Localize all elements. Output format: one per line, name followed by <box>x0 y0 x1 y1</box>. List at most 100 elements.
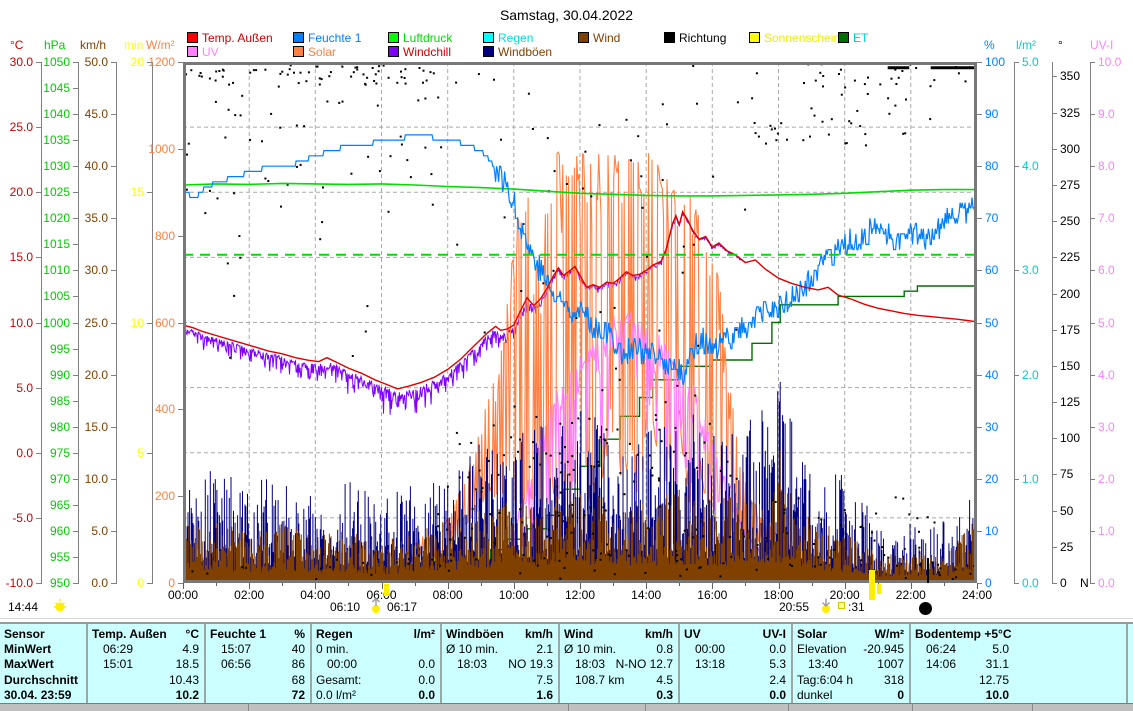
axis-tick-label: 30 <box>985 421 998 433</box>
sunset-start-label: 20:55 <box>779 600 809 614</box>
legend-label: Richtung <box>679 31 726 45</box>
table-column-uv: UVUV-I00:000.013:185.32.40.0 <box>680 624 793 703</box>
time-tick <box>745 583 746 586</box>
axis-tick <box>1014 166 1019 167</box>
table-cell-row: 2.4 <box>684 672 786 687</box>
table-column-temp-au-en: Temp. Außen°C06:294.915:0118.510.4310.2 <box>88 624 206 703</box>
moonset-icon <box>838 602 845 609</box>
table-cell-row: Ø 10 min.0.8 <box>564 641 673 656</box>
axis-tick-label: 1.0 <box>1022 473 1039 485</box>
axis-tick <box>111 375 116 376</box>
time-tick <box>547 583 548 586</box>
axis-tick-label: 125 <box>1060 396 1080 408</box>
axis-tick <box>73 349 78 350</box>
axis-tick-label: 7.0 <box>1098 212 1115 224</box>
status-bar <box>0 703 1133 711</box>
legend-swatch-icon <box>388 32 399 43</box>
axis-tick <box>1014 375 1019 376</box>
axis-tick-label: 25 <box>1060 541 1073 553</box>
statusbar-separator <box>912 703 913 711</box>
table-column-header: Windkm/h <box>564 626 673 641</box>
table-cell-row: 10.0 <box>915 688 1121 703</box>
chart-plot-area <box>183 62 977 583</box>
axis-tick <box>977 479 982 480</box>
axis-tick-label: 9.0 <box>1098 108 1115 120</box>
legend-swatch-icon <box>483 32 494 43</box>
time-tick <box>216 583 217 586</box>
axis-unit-l: l/m² <box>1016 38 1036 52</box>
table-column-bodentemp-5: Bodentemp +5°C06:245.014:0631.112.7510.0 <box>911 624 1128 703</box>
legend-item-solar: Solar <box>293 45 336 58</box>
legend-swatch-icon <box>187 46 198 57</box>
axis-tick <box>1052 113 1057 114</box>
table-cell-row: dunkel0 <box>797 688 904 703</box>
table-column-header: Feuchte 1% <box>210 626 305 641</box>
axis-tick-label: 975 <box>26 447 70 459</box>
time-label: 08:00 <box>433 588 463 602</box>
legend-swatch-icon <box>838 32 849 43</box>
axis-tick-label: 35.0 <box>64 212 108 224</box>
sensor-table: SensorMinWertMaxWertDurchschnitt30.04. 2… <box>0 622 1133 703</box>
sunset-end-label: :31 <box>848 600 865 614</box>
axis-tick-label: 350 <box>1060 70 1080 82</box>
time-label: 16:00 <box>697 588 727 602</box>
time-tick <box>679 583 680 586</box>
axis-tick <box>1090 479 1095 480</box>
legend-item-wind: Wind <box>578 31 620 44</box>
axis-tick <box>1014 583 1019 584</box>
sun-marker <box>869 570 875 600</box>
axis-tick <box>36 127 41 128</box>
legend-swatch-icon <box>749 32 760 43</box>
axis-tick-label: 45.0 <box>64 108 108 120</box>
table-row-labels-column: SensorMinWertMaxWertDurchschnitt30.04. 2… <box>0 624 88 703</box>
axis-tick-label: 5.0 <box>1022 56 1039 68</box>
axis-tick-label: 40.0 <box>64 160 108 172</box>
time-tick <box>944 583 945 586</box>
table-column-feuchte-1: Feuchte 1%15:074006:56866872 <box>206 624 312 703</box>
axis-tick <box>1052 330 1057 331</box>
axis-tick-label: 100 <box>1060 432 1080 444</box>
axis-tick <box>111 218 116 219</box>
axis-tick-label: 3.0 <box>1098 421 1115 433</box>
axis-tick <box>1090 583 1095 584</box>
axis-tick-label: 175 <box>1060 324 1080 336</box>
table-cell-row: 0.0 <box>684 688 786 703</box>
axis-tick-label: 995 <box>26 343 70 355</box>
axis-tick <box>977 62 982 63</box>
axis-tick <box>1090 531 1095 532</box>
legend-item-temp-au-en: Temp. Außen <box>187 31 273 44</box>
axis-tick <box>73 557 78 558</box>
axis-tick <box>73 401 78 402</box>
statusbar-separator <box>1032 703 1033 711</box>
axis-tick-label: 10.0 <box>1098 56 1121 68</box>
axis-unit-hPa: hPa <box>44 38 65 52</box>
axis-tick-label: 1025 <box>26 186 70 198</box>
table-row-label: Durchschnitt <box>4 672 81 687</box>
axis-line-deg <box>1052 62 1053 584</box>
axis-tick-label: 30.0 <box>64 264 108 276</box>
axis-tick <box>73 244 78 245</box>
axis-tick <box>1052 257 1057 258</box>
axis-tick-label: -5.0 <box>0 512 33 524</box>
table-cell-row: 18:03N-NO 12.7 <box>564 657 673 672</box>
legend-item-sonnenschein: Sonnenschein <box>749 31 840 44</box>
legend-item-et: ET <box>838 31 868 44</box>
axis-tick-label: 75 <box>1060 468 1073 480</box>
table-column-header: Regenl/m² <box>316 626 435 641</box>
table-cell-row: 18:03NO 19.3 <box>446 657 553 672</box>
new-moon-icon <box>919 602 932 615</box>
table-row-label: 30.04. 23:59 <box>4 688 81 703</box>
sun-icon <box>52 598 68 614</box>
axis-tick <box>1090 323 1095 324</box>
legend-label: Solar <box>308 45 336 59</box>
legend-swatch-icon <box>293 32 304 43</box>
axis-unit-C: °C <box>10 38 23 52</box>
axis-tick <box>977 270 982 271</box>
sunset-icon <box>818 597 834 614</box>
weather-chart-window: Samstag, 30.04.2022 Temp. AußenFeuchte 1… <box>0 0 1133 711</box>
table-cell-row: 10.2 <box>92 688 199 703</box>
table-cell-row: 15:0118.5 <box>92 657 199 672</box>
sunrise-end-label: 06:17 <box>387 600 417 614</box>
axis-tick <box>977 114 982 115</box>
axis-tick-label: 40 <box>985 369 998 381</box>
